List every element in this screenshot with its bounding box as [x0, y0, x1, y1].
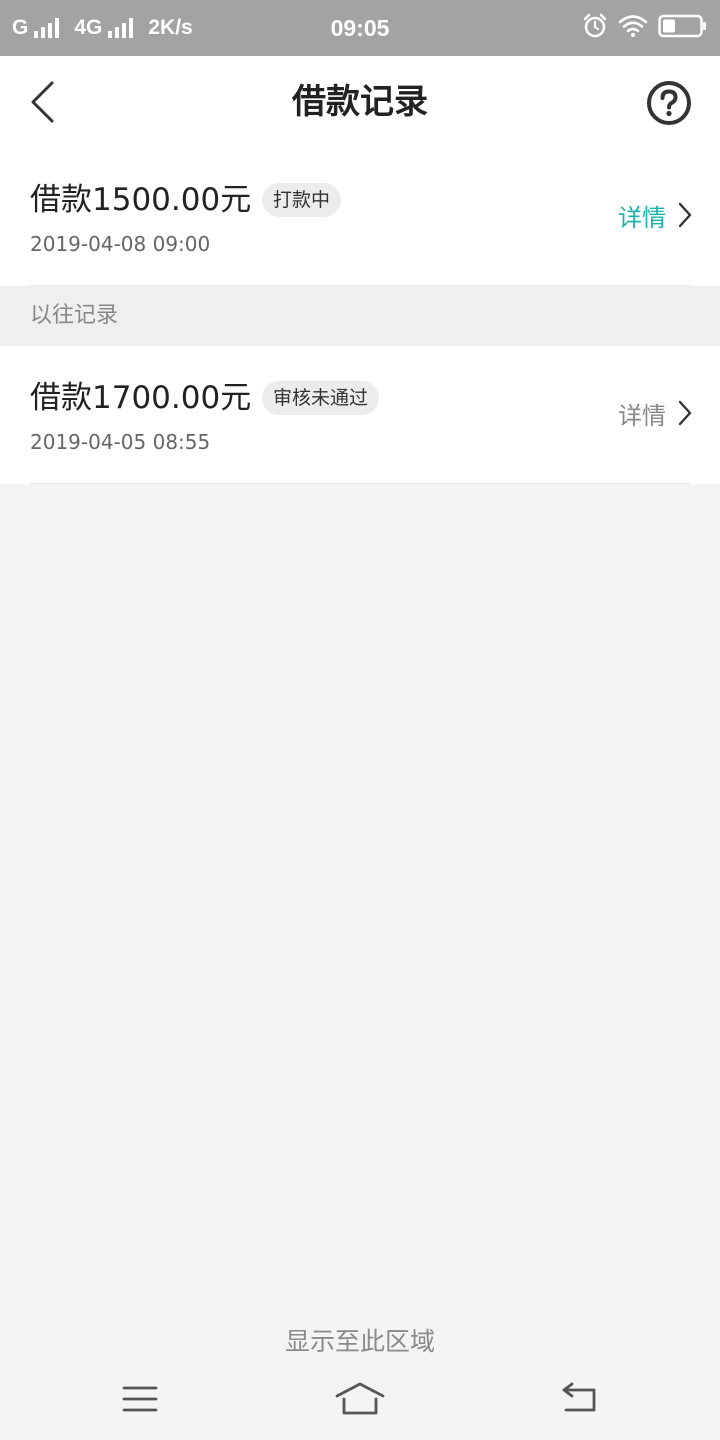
current-record-card[interactable]: 借款1500.00元 打款中 2019-04-08 09:00 详情	[0, 148, 720, 286]
alarm-icon	[582, 13, 608, 44]
past-records-header: 以往记录	[0, 286, 720, 346]
nav-menu-button[interactable]	[110, 1374, 170, 1424]
menu-icon	[122, 1386, 158, 1412]
chevron-right-icon	[678, 202, 692, 228]
question-circle-icon	[647, 81, 691, 125]
wifi-icon	[618, 14, 648, 43]
details-label: 详情	[618, 203, 666, 232]
loan-date: 2019-04-05 08:55	[30, 430, 211, 454]
system-nav-bar	[0, 1360, 720, 1440]
divider	[30, 483, 690, 484]
app-screen: G 4G 2K/s 09:05 借款记录 借款1500.00元 打款中 2019…	[0, 0, 720, 1440]
details-link[interactable]: 详情	[618, 396, 692, 430]
navigation-header: 借款记录	[0, 56, 720, 148]
past-record-card[interactable]: 借款1700.00元 审核未通过 2019-04-05 08:55 详情	[0, 346, 720, 484]
battery-icon	[658, 14, 708, 43]
status-bar: G 4G 2K/s 09:05	[0, 0, 720, 56]
nav-back-button[interactable]	[550, 1374, 610, 1424]
loan-date: 2019-04-08 09:00	[30, 232, 211, 256]
loan-amount: 借款1700.00元	[30, 380, 252, 416]
home-icon	[335, 1382, 385, 1415]
help-button[interactable]	[646, 80, 692, 126]
footer-note: 显示至此区域	[284, 1327, 435, 1356]
status-right	[572, 0, 708, 56]
back-icon	[562, 1382, 596, 1412]
status-badge: 审核未通过	[262, 381, 380, 415]
details-link[interactable]: 详情	[618, 198, 692, 232]
nav-home-button[interactable]	[330, 1374, 390, 1424]
details-label: 详情	[618, 401, 666, 430]
section-title: 以往记录	[30, 303, 119, 328]
status-badge: 打款中	[262, 183, 342, 217]
loan-amount: 借款1500.00元	[30, 182, 252, 218]
page-title: 借款记录	[292, 82, 428, 122]
chevron-right-icon	[678, 400, 692, 426]
